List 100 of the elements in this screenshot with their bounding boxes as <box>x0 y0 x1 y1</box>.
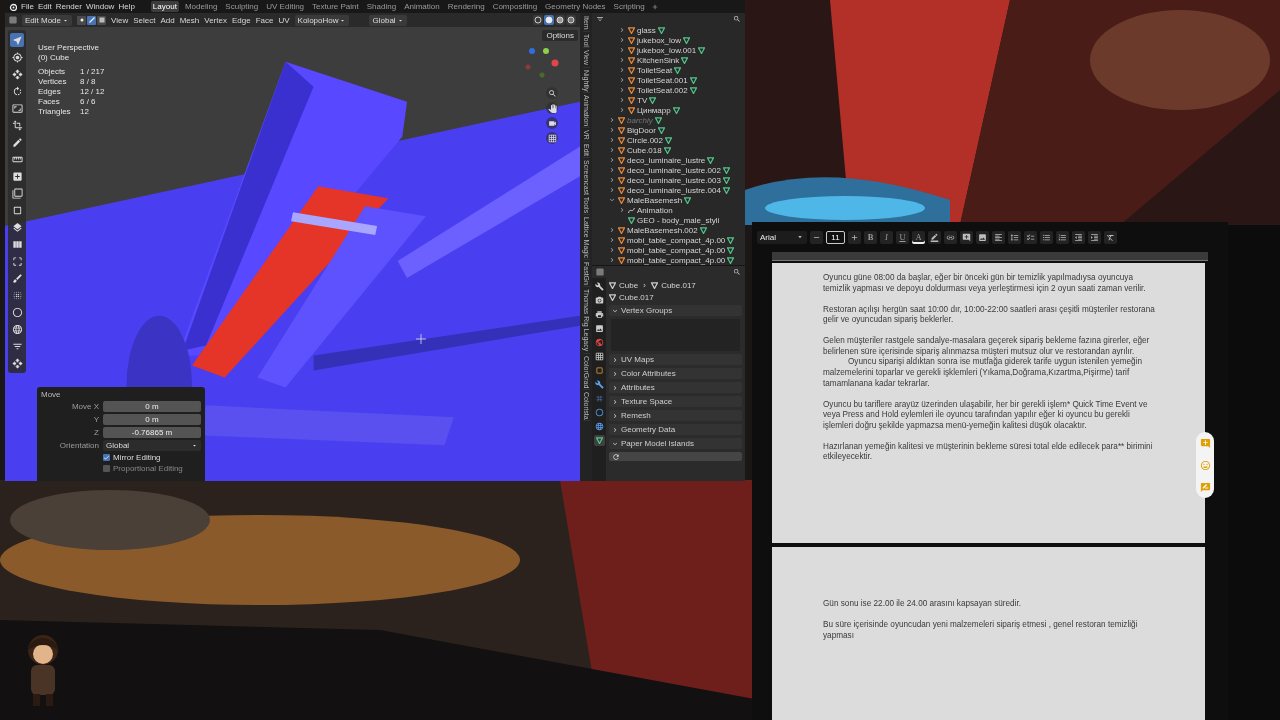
workspace-tab[interactable]: Modeling <box>182 1 220 12</box>
search-icon[interactable] <box>733 268 741 276</box>
camera-icon[interactable] <box>546 117 558 129</box>
collapsed-arrow-icon[interactable] <box>618 206 626 214</box>
outliner-item[interactable]: ToiletSeat.002 <box>637 85 688 95</box>
numbered-list-button[interactable] <box>1056 230 1069 244</box>
collapsed-arrow-icon[interactable] <box>618 106 626 114</box>
italic-button[interactable]: I <box>880 230 893 244</box>
outliner-item[interactable]: deco_luminaire_lustre <box>627 155 706 165</box>
align-left-button[interactable] <box>992 230 1005 244</box>
collapsed-arrow-icon[interactable] <box>618 86 626 94</box>
collapsed-arrow-icon[interactable] <box>618 96 626 104</box>
outliner-item[interactable]: Цинмарр <box>637 105 671 115</box>
move-arrows-icon[interactable] <box>10 67 24 81</box>
menu-item[interactable]: Edit <box>37 2 52 11</box>
panel-header[interactable]: Remesh <box>609 410 742 421</box>
printer-icon[interactable] <box>593 309 605 320</box>
material-shading-button[interactable] <box>555 15 565 25</box>
menu-item[interactable]: Vertex <box>204 15 227 25</box>
menu-item[interactable]: UV <box>278 15 290 25</box>
outliner-item[interactable]: jukebox_low.001 <box>637 45 697 55</box>
move-arrows-icon[interactable] <box>10 356 24 370</box>
collapsed-arrow-icon[interactable] <box>618 56 626 64</box>
outliner-item[interactable]: deco_luminaire_lustre.004 <box>627 185 721 195</box>
workspace-tab[interactable]: Compositing <box>490 1 540 12</box>
grid-icon[interactable] <box>593 351 605 362</box>
clear-formatting-button[interactable] <box>1104 230 1117 244</box>
panel-header[interactable]: Texture Space <box>609 396 742 407</box>
collapsed-arrow-icon[interactable] <box>618 76 626 84</box>
expanded-arrow-icon[interactable] <box>608 196 616 204</box>
add-comment-button[interactable] <box>960 230 973 244</box>
menu-item[interactable]: Select <box>133 15 156 25</box>
outliner-item[interactable]: KitchenSink <box>637 55 680 65</box>
transform-icon[interactable] <box>10 118 24 132</box>
solid-shading-button[interactable] <box>544 15 554 25</box>
collapsed-arrow-icon[interactable] <box>608 146 616 154</box>
line-spacing-button[interactable] <box>1008 230 1021 244</box>
highlighter-button[interactable] <box>928 230 941 244</box>
collapsed-arrow-icon[interactable] <box>608 166 616 174</box>
filter-icon[interactable] <box>596 15 604 23</box>
mode-dropdown[interactable]: Edit Mode <box>22 14 73 26</box>
decrease-size-button[interactable] <box>810 230 823 244</box>
camera-icon[interactable] <box>593 295 605 306</box>
checkbox[interactable] <box>103 454 110 461</box>
outliner-item[interactable]: mobi_table_compact_4p.00 <box>627 235 726 245</box>
outliner-item[interactable]: Circle.002 <box>627 135 663 145</box>
outliner-item[interactable]: MaleBasemesh <box>627 195 683 205</box>
options-dropdown[interactable]: Options <box>542 30 578 41</box>
panel-header[interactable]: Geometry Data <box>609 424 742 435</box>
font-size-field[interactable]: 11 <box>826 230 845 244</box>
outliner-item[interactable]: mobi_table_compact_4p.00 <box>627 255 726 265</box>
menu-item[interactable]: Help <box>118 2 135 11</box>
outliner-item[interactable]: deco_luminaire_lustre.003 <box>627 175 721 185</box>
dots-icon[interactable] <box>10 288 24 302</box>
panel-header[interactable]: Color Attributes <box>609 368 742 379</box>
hand-icon[interactable] <box>546 102 558 114</box>
menu-item[interactable]: View <box>111 15 129 25</box>
outliner-item[interactable]: TV <box>637 95 648 105</box>
vertex-select-button[interactable] <box>77 15 87 25</box>
outliner-item[interactable]: MaleBasemesh.002 <box>627 225 698 235</box>
mesh-data-icon[interactable] <box>593 435 605 446</box>
indent-increase-button[interactable] <box>1088 230 1101 244</box>
increase-size-button[interactable] <box>848 230 861 244</box>
face-select-button[interactable] <box>97 15 107 25</box>
layers-icon[interactable] <box>10 220 24 234</box>
workspace-tab[interactable]: Layout <box>150 1 179 12</box>
data-name-field[interactable]: Cube.017 <box>619 293 654 302</box>
checklist-button[interactable] <box>1024 230 1037 244</box>
collapsed-arrow-icon[interactable] <box>608 176 616 184</box>
collapsed-arrow-icon[interactable] <box>608 136 616 144</box>
panel-header[interactable]: Attributes <box>609 382 742 393</box>
wireframe-shading-button[interactable] <box>533 15 543 25</box>
workspace-tab[interactable]: Scripting <box>611 1 647 12</box>
globe-icon[interactable] <box>593 337 605 348</box>
wrench-icon[interactable] <box>593 281 605 292</box>
checkbox[interactable] <box>103 465 110 472</box>
panel-title[interactable]: Move <box>41 390 201 399</box>
frame-corners-icon[interactable] <box>10 254 24 268</box>
menu-item[interactable]: Edge <box>231 15 251 25</box>
menu-item[interactable]: Add <box>160 15 175 25</box>
scale-icon[interactable] <box>10 101 24 115</box>
value-field[interactable]: 0 m <box>103 401 201 412</box>
collapsed-arrow-icon[interactable] <box>608 226 616 234</box>
wrench-icon[interactable] <box>593 379 605 390</box>
menu-item[interactable]: Window <box>85 2 115 11</box>
rendered-shading-button[interactable] <box>566 15 576 25</box>
zoom-icon[interactable] <box>546 87 558 99</box>
collapsed-arrow-icon[interactable] <box>608 256 616 264</box>
menu-item[interactable]: File <box>21 2 34 11</box>
underline-button[interactable]: U <box>896 230 909 244</box>
value-field[interactable]: 0 m <box>103 414 201 425</box>
pointer-icon[interactable] <box>10 33 24 47</box>
orientation-dropdown[interactable]: Global <box>103 440 201 451</box>
add-cube-icon[interactable] <box>10 169 24 183</box>
edge-select-button[interactable] <box>87 15 97 25</box>
collapsed-arrow-icon[interactable] <box>608 126 616 134</box>
search-icon[interactable] <box>733 15 741 23</box>
outliner-item[interactable]: glass <box>637 25 656 35</box>
value-field[interactable]: -0.76865 m <box>103 427 201 438</box>
collapsed-arrow-icon[interactable] <box>608 116 616 124</box>
